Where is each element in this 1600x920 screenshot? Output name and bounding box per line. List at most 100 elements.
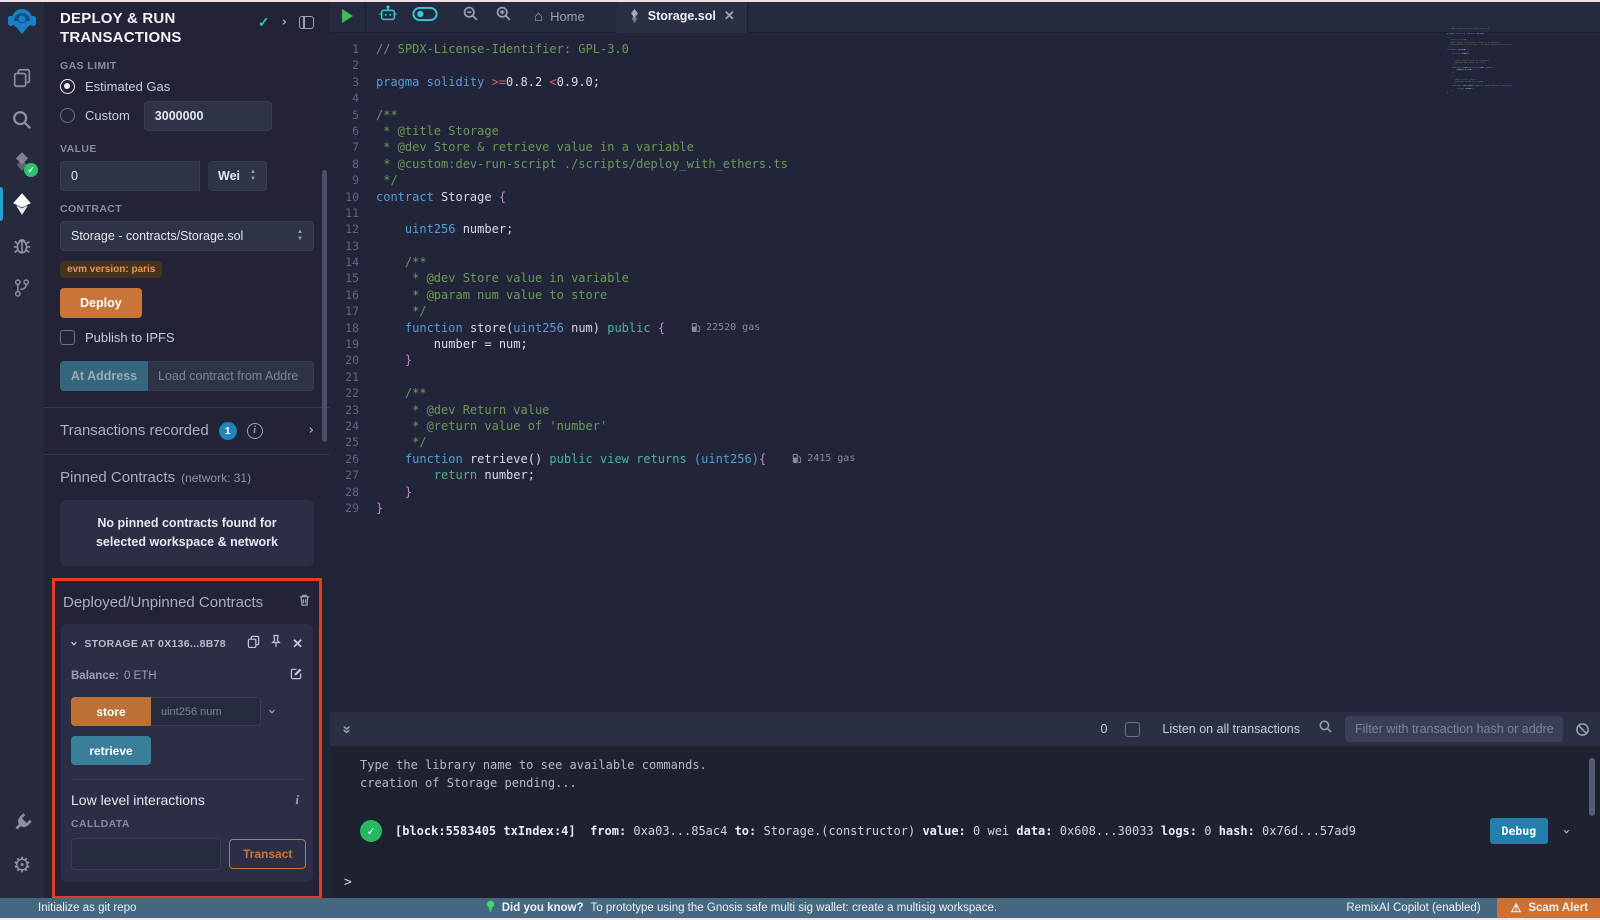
contract-select[interactable]: Storage - contracts/Storage.sol ▲▼ — [60, 221, 314, 251]
contract-collapse-icon[interactable]: › — [66, 641, 81, 646]
deploy-run-icon[interactable] — [0, 183, 44, 225]
plugin-manager-icon[interactable] — [0, 802, 44, 844]
code-line[interactable]: 11 — [330, 205, 1600, 221]
gas-limit-label: GAS LIMIT — [60, 60, 314, 72]
panel-forward-icon[interactable]: › — [282, 15, 287, 30]
code-line[interactable]: 20 } — [330, 352, 1600, 368]
terminal-filter-input[interactable] — [1345, 716, 1563, 742]
estimated-gas-option[interactable]: Estimated Gas — [60, 79, 314, 94]
code-line[interactable]: 14 /** — [330, 254, 1600, 270]
code-line[interactable]: 21 — [330, 369, 1600, 385]
file-explorer-icon[interactable] — [0, 57, 44, 99]
debug-button[interactable]: Debug — [1490, 818, 1549, 844]
panel-scrollbar[interactable] — [322, 170, 327, 442]
transactions-recorded-row[interactable]: Transactions recorded 1 i › — [60, 408, 314, 454]
did-you-know-label: Did you know? — [502, 902, 584, 914]
code-editor[interactable]: 1// SPDX-License-Identifier: GPL-3.023pr… — [330, 33, 1600, 516]
value-input[interactable] — [60, 161, 200, 191]
solidity-compiler-icon[interactable]: ✓ — [0, 141, 44, 183]
terminal-scrollbar[interactable] — [1589, 758, 1595, 816]
store-function-button[interactable]: store — [71, 697, 151, 726]
custom-gas-option[interactable]: Custom — [60, 101, 314, 131]
retrieve-function-button[interactable]: retrieve — [71, 736, 151, 765]
code-line[interactable]: 26 function retrieve() public view retur… — [330, 451, 1600, 467]
code-line[interactable]: 19 number = num; — [330, 336, 1600, 352]
custom-gas-input[interactable] — [144, 101, 272, 131]
copilot-toggle-icon[interactable] — [412, 6, 438, 27]
code-line[interactable]: 10contract Storage { — [330, 189, 1600, 205]
clear-console-icon[interactable] — [1575, 722, 1590, 737]
ai-copilot-robot-icon[interactable] — [378, 5, 398, 28]
code-line[interactable]: 1// SPDX-License-Identifier: GPL-3.0 — [330, 41, 1600, 57]
search-icon[interactable] — [0, 99, 44, 141]
clear-deployed-trash-icon[interactable] — [298, 593, 311, 612]
publish-ipfs-option[interactable]: Publish to IPFS — [60, 330, 314, 345]
pin-contract-icon[interactable] — [270, 634, 282, 653]
tab-storage-sol[interactable]: Storage.sol ✕ — [617, 0, 748, 33]
code-line[interactable]: 4 — [330, 90, 1600, 106]
listen-all-checkbox[interactable] — [1125, 722, 1140, 737]
deploy-button[interactable]: Deploy — [60, 288, 142, 318]
line-number: 8 — [330, 156, 376, 172]
settings-gear-icon[interactable]: ⚙ — [0, 844, 44, 886]
line-number: 10 — [330, 189, 376, 205]
code-line[interactable]: 8 * @custom:dev-run-script ./scripts/dep… — [330, 156, 1600, 172]
at-address-input[interactable] — [148, 361, 314, 391]
code-line[interactable]: 24 * @return value of 'number' — [330, 418, 1600, 434]
code-line[interactable]: 18 function store(uint256 num) public {2… — [330, 320, 1600, 336]
git-init-status[interactable]: Initialize as git repo — [0, 902, 136, 914]
code-line[interactable]: 5/** — [330, 107, 1600, 123]
remix-logo-icon[interactable] — [7, 6, 37, 41]
terminal-collapse-icon[interactable]: « — [338, 725, 355, 733]
scam-alert-button[interactable]: ⚠ Scam Alert — [1497, 898, 1600, 918]
code-line[interactable]: 3pragma solidity >=0.8.2 <0.9.0; — [330, 74, 1600, 90]
deployed-contracts-title: Deployed/Unpinned Contracts — [63, 594, 263, 611]
code-line[interactable]: 12 uint256 number; — [330, 221, 1600, 237]
publish-ipfs-checkbox[interactable] — [60, 330, 75, 345]
pin-panel-icon[interactable] — [299, 16, 314, 29]
code-line[interactable]: 29} — [330, 500, 1600, 516]
custom-gas-radio[interactable] — [60, 108, 75, 123]
code-line[interactable]: 23 * @dev Return value — [330, 402, 1600, 418]
line-number: 27 — [330, 467, 376, 483]
code-line[interactable]: 28 } — [330, 484, 1600, 500]
zoom-in-icon[interactable] — [495, 5, 512, 27]
expand-tx-icon[interactable]: › — [1559, 827, 1574, 835]
code-line[interactable]: 7 * @dev Store & retrieve value in a var… — [330, 139, 1600, 155]
copilot-status[interactable]: RemixAI Copilot (enabled) — [1346, 902, 1480, 914]
at-address-button[interactable]: At Address — [60, 361, 148, 391]
run-script-play-icon[interactable] — [342, 9, 353, 23]
calldata-input[interactable] — [71, 838, 221, 870]
home-tab[interactable]: ⌂ Home — [528, 8, 591, 25]
code-line[interactable]: 2 — [330, 57, 1600, 73]
code-line[interactable]: 22 /** — [330, 385, 1600, 401]
unit-stepper-icon[interactable]: ▲▼ — [250, 169, 256, 182]
close-tab-icon[interactable]: ✕ — [724, 8, 735, 24]
copy-address-icon[interactable] — [247, 635, 260, 653]
line-number: 17 — [330, 303, 376, 319]
git-icon[interactable] — [0, 267, 44, 309]
expand-store-args-icon[interactable]: › — [264, 709, 279, 714]
code-line[interactable]: 9 */ — [330, 172, 1600, 188]
code-line[interactable]: 6 * @title Storage — [330, 123, 1600, 139]
code-line[interactable]: 27 return number; — [330, 467, 1600, 483]
estimated-gas-radio[interactable] — [60, 79, 75, 94]
transact-button[interactable]: Transact — [229, 839, 306, 869]
transactions-expand-icon[interactable]: › — [309, 423, 314, 438]
transaction-log-row[interactable]: ✓ [block:5583405 txIndex:4] from: 0xa03.… — [360, 818, 1600, 844]
remove-contract-icon[interactable]: ✕ — [292, 636, 303, 652]
code-line[interactable]: 13 — [330, 238, 1600, 254]
transactions-info-icon[interactable]: i — [247, 423, 263, 439]
code-line[interactable]: 15 * @dev Store value in variable — [330, 270, 1600, 286]
low-level-info-icon[interactable]: i — [295, 792, 303, 808]
value-unit-select[interactable]: Wei ▲▼ — [208, 161, 267, 191]
terminal-prompt[interactable]: > — [344, 875, 352, 890]
code-line[interactable]: 16 * @param num value to store — [330, 287, 1600, 303]
zoom-out-icon[interactable] — [462, 5, 479, 27]
edit-balance-icon[interactable] — [290, 667, 303, 685]
debugger-icon[interactable] — [0, 225, 44, 267]
store-argument-input[interactable] — [151, 697, 261, 726]
code-line[interactable]: 25 */ — [330, 434, 1600, 450]
terminal-output[interactable]: Type the library name to see available c… — [330, 746, 1600, 898]
code-line[interactable]: 17 */ — [330, 303, 1600, 319]
